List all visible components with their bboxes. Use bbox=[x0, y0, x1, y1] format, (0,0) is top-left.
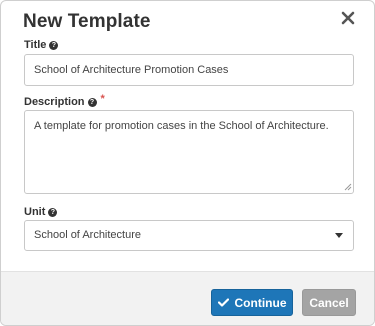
question-circle-icon[interactable]: ? bbox=[87, 97, 97, 107]
description-label: Description bbox=[24, 96, 85, 108]
cancel-button-label: Cancel bbox=[309, 295, 349, 310]
question-circle-icon[interactable]: ? bbox=[49, 40, 59, 50]
chevron-down-icon bbox=[335, 233, 343, 238]
title-label: Title bbox=[24, 39, 47, 51]
resize-grip-icon[interactable] bbox=[344, 183, 352, 191]
unit-select-value: School of Architecture bbox=[34, 229, 142, 241]
title-input[interactable] bbox=[24, 54, 354, 86]
unit-label-row: Unit ? bbox=[24, 206, 58, 218]
cancel-button[interactable]: Cancel bbox=[302, 289, 356, 316]
continue-button[interactable]: Continue bbox=[211, 289, 293, 316]
check-icon bbox=[217, 298, 229, 307]
unit-label: Unit bbox=[24, 206, 46, 218]
dialog-title: New Template bbox=[23, 11, 151, 32]
continue-button-label: Continue bbox=[234, 295, 287, 310]
unit-select[interactable]: School of Architecture bbox=[24, 220, 354, 251]
dialog-footer: Continue Cancel bbox=[1, 271, 374, 325]
description-label-row: Description ? * bbox=[24, 93, 105, 108]
title-label-row: Title ? bbox=[24, 39, 59, 51]
close-icon[interactable] bbox=[340, 10, 356, 26]
question-circle-icon[interactable]: ? bbox=[48, 207, 58, 217]
description-textarea[interactable]: A template for promotion cases in the Sc… bbox=[24, 110, 354, 194]
required-marker: * bbox=[100, 93, 105, 105]
new-template-dialog: New Template Title ? Description ? * A t… bbox=[0, 0, 375, 326]
